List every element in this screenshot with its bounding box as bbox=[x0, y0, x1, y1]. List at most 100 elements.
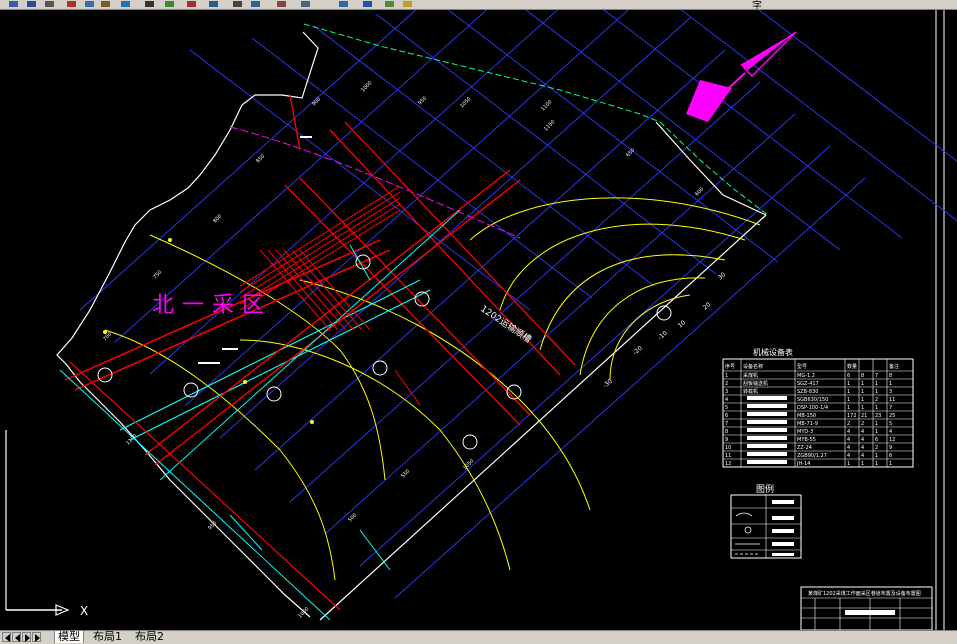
equipment-table-cell: 2 bbox=[861, 421, 864, 427]
tab-model[interactable]: 模型 bbox=[54, 631, 84, 643]
roadway-cross-6 bbox=[154, 179, 521, 466]
zoom-icon[interactable] bbox=[144, 0, 156, 8]
save-icon[interactable] bbox=[26, 0, 38, 8]
equipment-table-cell: 6 bbox=[889, 453, 892, 459]
equipment-table-cell: 1 bbox=[861, 405, 864, 411]
equipment-table-cell: DSP-100-1/4 bbox=[797, 405, 828, 411]
equipment-table-cell: 2 bbox=[875, 397, 878, 403]
equipment-table-cell: 1 bbox=[875, 381, 878, 387]
undo-icon[interactable] bbox=[120, 0, 132, 8]
roadway-branch bbox=[394, 369, 421, 406]
drawing-svg: 9001000950 1050 11008508001150750700650600… bbox=[5, 10, 957, 630]
equipment-table-cell: 8 bbox=[861, 373, 864, 379]
survey-point-2 bbox=[243, 380, 247, 384]
equipment-table-cell: 4 bbox=[847, 437, 850, 443]
equipment-table-cell: 采煤机 bbox=[743, 372, 758, 379]
redacted-cell bbox=[747, 444, 787, 448]
layer-state-icon[interactable] bbox=[384, 0, 396, 8]
equipment-table-cell: 1 bbox=[861, 381, 864, 387]
equipment-table-header: 型号 bbox=[797, 363, 807, 370]
pan-icon[interactable] bbox=[208, 0, 220, 8]
redacted-cell bbox=[747, 460, 787, 464]
equipment-table-cell: 1 bbox=[875, 405, 878, 411]
equipment-table-cell: 4 bbox=[861, 453, 864, 459]
grid-line-b-5 bbox=[254, 49, 726, 471]
equipment-table-cell: 172 bbox=[847, 413, 857, 419]
equipment-marker-6 bbox=[462, 434, 478, 450]
tool-palette-icon[interactable] bbox=[338, 0, 350, 8]
tab-layout1[interactable]: 布局1 bbox=[90, 631, 125, 643]
survey-point-0 bbox=[168, 238, 172, 242]
paste-icon[interactable] bbox=[100, 0, 112, 8]
equipment-table-cell: 1 bbox=[875, 389, 878, 395]
equipment-table-cell: 4 bbox=[725, 397, 728, 403]
grid-label: 800 bbox=[212, 213, 223, 224]
equipment-marker-5 bbox=[506, 384, 522, 400]
equipment-table-cell: 5 bbox=[889, 421, 892, 427]
color-icon[interactable] bbox=[402, 0, 414, 8]
grid-line-b-7 bbox=[324, 113, 796, 535]
grid-line-b-9 bbox=[394, 177, 866, 599]
equipment-table-cell: ZGB90/1.27 bbox=[797, 453, 827, 459]
label-bar-0 bbox=[198, 362, 220, 364]
equipment-table-cell: 8 bbox=[889, 373, 892, 379]
ucs-axis-icon: X bbox=[5, 430, 88, 618]
prev-tab-button[interactable] bbox=[12, 632, 21, 642]
redacted-cell bbox=[747, 452, 787, 456]
dim-style-icon[interactable] bbox=[300, 0, 312, 8]
equipment-marker-4 bbox=[372, 360, 388, 376]
equipment-table-cell: 2 bbox=[725, 381, 728, 387]
equipment-table-cell: 1 bbox=[875, 461, 878, 467]
equipment-table-cell: 1 bbox=[725, 373, 728, 379]
equipment-table-cell: 1 bbox=[875, 453, 878, 459]
goaf-boundary bbox=[303, 23, 661, 123]
grid-line-a-5 bbox=[525, 10, 841, 251]
help-icon[interactable] bbox=[362, 0, 374, 8]
contour-label: -30 bbox=[602, 378, 614, 390]
font-glyph-button[interactable]: 字 bbox=[752, 0, 762, 9]
last-tab-button[interactable] bbox=[32, 632, 41, 642]
layer-icon[interactable] bbox=[164, 0, 176, 8]
folder-open-icon[interactable] bbox=[8, 0, 20, 8]
grid-line-b-4 bbox=[219, 17, 691, 439]
equipment-table-cell: 1 bbox=[889, 461, 892, 467]
cut-icon[interactable] bbox=[66, 0, 78, 8]
properties-icon[interactable] bbox=[186, 0, 198, 8]
first-tab-button[interactable] bbox=[2, 632, 11, 642]
print-icon[interactable] bbox=[44, 0, 56, 8]
label-bar-2 bbox=[300, 136, 312, 138]
equipment-table: 机械设备表序号 设备名称 型号 数量 备注 1 采煤机 MG-1.2 6 8 7 8 2 刮板输送机 SGZ… bbox=[722, 347, 914, 468]
area-label: 北一采区 bbox=[152, 293, 272, 318]
equipment-table-cell: 11 bbox=[725, 453, 731, 459]
contour-label: -20 bbox=[632, 345, 644, 357]
grid-line-a-6 bbox=[603, 10, 903, 239]
drawing-canvas[interactable]: 900 1000 950 1050 1100 850 800 1150 750 700 650 600… bbox=[0, 10, 957, 630]
survey-point-3 bbox=[310, 420, 314, 424]
grid-label: 650 bbox=[625, 147, 636, 158]
title-block: 某煤矿1202采煤工作面采区巷道布置及设备布置图 bbox=[800, 586, 933, 630]
equipment-table-cell: 2 bbox=[847, 421, 850, 427]
equipment-table-cell: 1 bbox=[847, 461, 850, 467]
zoom-previous-icon[interactable] bbox=[250, 0, 262, 8]
equipment-table-cell: 11 bbox=[889, 397, 895, 403]
ucs-x-label: X bbox=[80, 604, 88, 618]
equipment-table-header: 数量 bbox=[847, 363, 857, 370]
equipment-table-cell: 刮板输送机 bbox=[743, 380, 768, 387]
equipment-table-cell: 转载机 bbox=[743, 388, 758, 395]
next-tab-button[interactable] bbox=[22, 632, 31, 642]
zoom-window-icon[interactable] bbox=[232, 0, 244, 8]
equipment-table-cell: 4 bbox=[861, 445, 864, 451]
redacted-cell bbox=[747, 404, 787, 408]
equipment-table-cell: 12 bbox=[889, 437, 895, 443]
equipment-table-cell: 10 bbox=[725, 445, 731, 451]
tab-layout2[interactable]: 布局2 bbox=[132, 631, 167, 643]
roadway-main-4 bbox=[344, 121, 576, 366]
equipment-table-cell: 3 bbox=[725, 389, 728, 395]
copy-icon[interactable] bbox=[84, 0, 96, 8]
grid-label: 750 bbox=[152, 269, 163, 280]
grid-label: 550 bbox=[400, 468, 411, 479]
redacted-cell bbox=[747, 412, 787, 416]
equipment-table-header: 备注 bbox=[889, 363, 899, 370]
text-style-icon[interactable] bbox=[276, 0, 288, 8]
equipment-table-cell: 9 bbox=[889, 445, 892, 451]
